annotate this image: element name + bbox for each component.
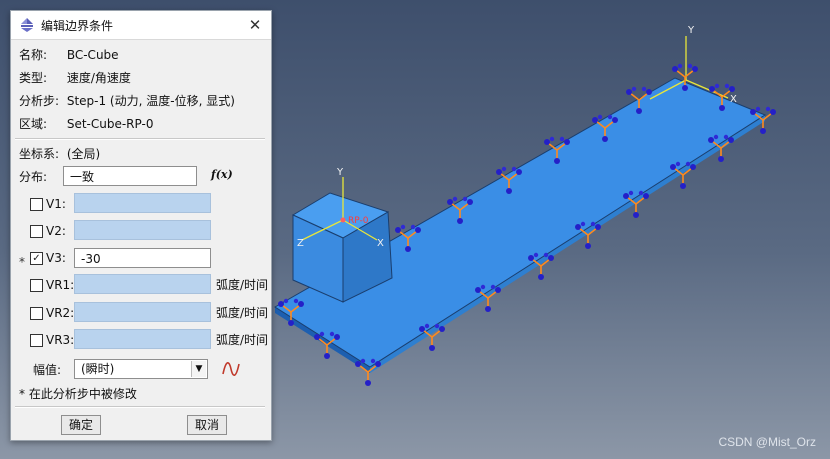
vr1-label: VR1: bbox=[46, 278, 75, 292]
vr3-unit: 弧度/时间 bbox=[216, 333, 269, 347]
ok-button[interactable]: 确定 bbox=[61, 415, 101, 435]
vr3-input[interactable] bbox=[74, 329, 211, 349]
v2-checkbox[interactable] bbox=[30, 225, 43, 238]
cube-axis-x-label: X bbox=[377, 238, 384, 249]
boundary-condition-icon bbox=[21, 18, 33, 32]
type-label: 类型: bbox=[19, 71, 48, 85]
step-row: 分析步: Step-1 (动力, 温度-位移, 显式) bbox=[19, 92, 235, 110]
vr2-checkbox[interactable] bbox=[30, 307, 43, 320]
amplitude-label: 幅值: bbox=[33, 363, 62, 377]
region-value: Set-Cube-RP-0 bbox=[66, 117, 154, 131]
v2-input[interactable] bbox=[74, 220, 211, 240]
vr2-input[interactable] bbox=[74, 302, 211, 322]
vr1-unit: 弧度/时间 bbox=[216, 278, 269, 292]
plate-axis-y-label: Y bbox=[687, 25, 695, 36]
name-label: 名称: bbox=[19, 48, 48, 62]
amplitude-select[interactable]: (瞬时) ▼ bbox=[74, 359, 208, 379]
cube-axis-y-label: Y bbox=[336, 167, 344, 178]
step-label: 分析步: bbox=[19, 94, 60, 108]
modified-star: * bbox=[19, 255, 25, 269]
edit-boundary-condition-dialog: 编辑边界条件 ✕ 名称: BC-Cube 类型: 速度/角速度 分析步: Ste… bbox=[10, 10, 272, 441]
vr1-input[interactable] bbox=[74, 274, 211, 294]
csys-row: 坐标系: (全局) bbox=[19, 145, 100, 163]
cancel-button[interactable]: 取消 bbox=[187, 415, 227, 435]
distribution-label: 分布: bbox=[19, 170, 48, 184]
reference-point-marker bbox=[340, 217, 346, 223]
amplitude-curve-icon[interactable] bbox=[221, 360, 241, 378]
name-value: BC-Cube bbox=[66, 48, 119, 62]
v3-label: V3: bbox=[46, 251, 66, 265]
v1-input[interactable] bbox=[74, 193, 211, 213]
v1-checkbox[interactable] bbox=[30, 198, 43, 211]
reference-point-label: RP-0 bbox=[348, 216, 369, 226]
vr2-label: VR2: bbox=[46, 306, 75, 320]
region-label: 区域: bbox=[19, 117, 48, 131]
vr3-checkbox[interactable] bbox=[30, 334, 43, 347]
close-icon[interactable]: ✕ bbox=[245, 15, 265, 35]
type-value: 速度/角速度 bbox=[66, 71, 131, 85]
function-icon[interactable]: f(x) bbox=[211, 168, 233, 181]
step-value: Step-1 (动力, 温度-位移, 显式) bbox=[66, 94, 235, 108]
distribution-select[interactable]: 一致 bbox=[63, 166, 197, 186]
v2-label: V2: bbox=[46, 224, 66, 238]
dialog-titlebar[interactable]: 编辑边界条件 ✕ bbox=[11, 11, 271, 40]
v3-input[interactable]: -30 bbox=[74, 248, 211, 268]
type-row: 类型: 速度/角速度 bbox=[19, 69, 131, 87]
cube-axis-z-label: Z bbox=[297, 238, 304, 249]
plate-axis-x-label: X bbox=[730, 94, 737, 105]
vr2-unit: 弧度/时间 bbox=[216, 306, 269, 320]
modified-note: * 在此分析步中被修改 bbox=[19, 387, 137, 401]
divider-bottom bbox=[15, 406, 265, 408]
amplitude-value: (瞬时) bbox=[81, 362, 115, 376]
watermark: CSDN @Mist_Orz bbox=[718, 435, 816, 449]
dialog-title: 编辑边界条件 bbox=[41, 18, 114, 33]
csys-label: 坐标系: bbox=[19, 147, 60, 161]
v1-label: V1: bbox=[46, 197, 66, 211]
vr3-label: VR3: bbox=[46, 333, 75, 347]
vr1-checkbox[interactable] bbox=[30, 279, 43, 292]
region-row: 区域: Set-Cube-RP-0 bbox=[19, 115, 153, 133]
name-row: 名称: BC-Cube bbox=[19, 46, 119, 64]
chevron-down-icon: ▼ bbox=[191, 361, 206, 377]
divider bbox=[15, 138, 265, 140]
csys-value: (全局) bbox=[66, 147, 101, 161]
v3-checkbox[interactable]: ✓ bbox=[30, 252, 43, 265]
